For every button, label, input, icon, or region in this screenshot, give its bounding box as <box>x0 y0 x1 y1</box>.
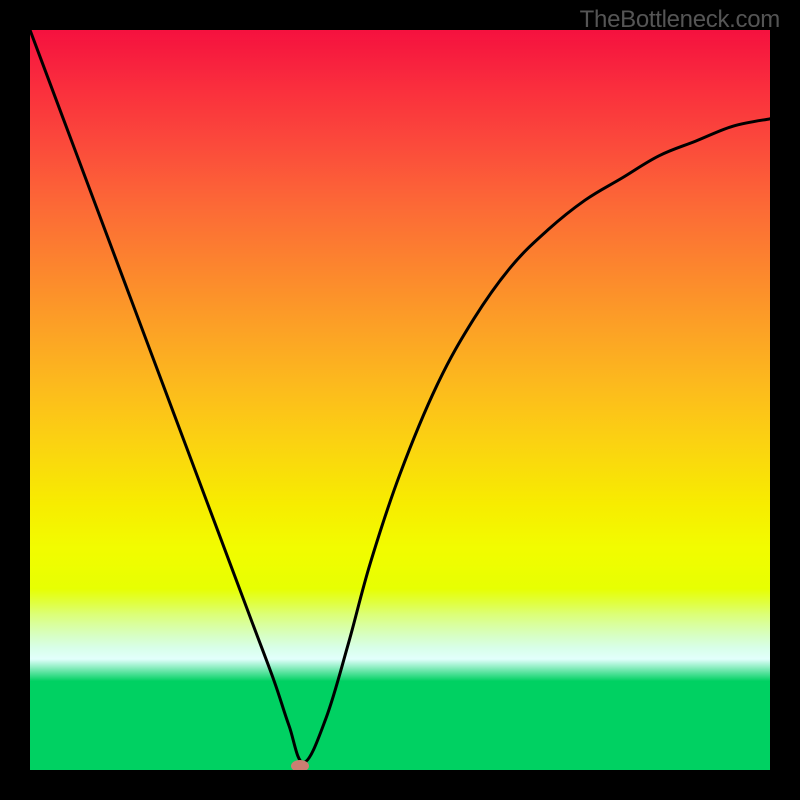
chart-frame: TheBottleneck.com <box>0 0 800 800</box>
optimal-marker <box>291 760 309 770</box>
curve-svg <box>30 30 770 770</box>
bottleneck-curve <box>30 30 770 763</box>
plot-area <box>30 30 770 770</box>
